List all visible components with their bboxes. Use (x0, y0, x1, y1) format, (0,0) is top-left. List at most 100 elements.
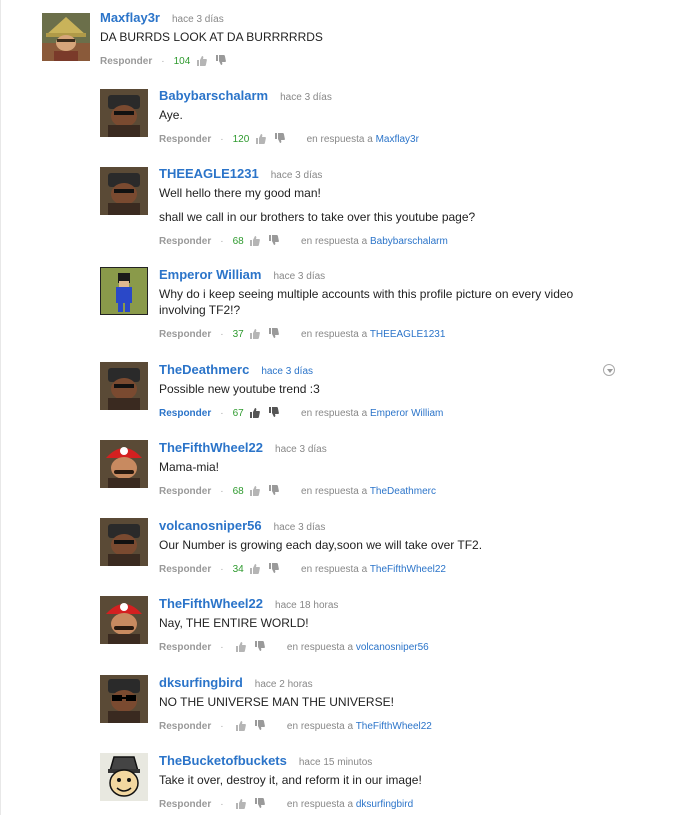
comment-actions: Responder · en respuesta a dksurfingbird (159, 798, 414, 810)
comment-author[interactable]: THEEAGLE1231 (159, 166, 259, 181)
mario-hat-avatar[interactable] (100, 440, 148, 488)
comment-text: DA BURRDS LOOK AT DA BURRRRRDS (100, 30, 323, 44)
thumbs-down-icon[interactable] (254, 641, 266, 652)
thumbs-up-icon[interactable] (249, 563, 261, 574)
thumbs-down-icon[interactable] (274, 133, 285, 144)
comment-actions: Responder · 67 en respuesta a Emperor Will… (159, 407, 444, 419)
reply-to-link[interactable]: dksurfingbird (356, 799, 413, 810)
demoman-avatar[interactable] (100, 362, 148, 410)
pixel-character-avatar[interactable] (100, 267, 148, 315)
comment-actions: Responder · 120 en respuesta a Maxflay3r (159, 133, 419, 145)
like-count: 67 (232, 408, 244, 419)
sunglasses-avatar[interactable] (100, 675, 148, 723)
thumbs-down-icon[interactable] (254, 720, 266, 731)
reply-button[interactable]: Responder (100, 56, 152, 67)
comment-time: hace 3 días (171, 14, 224, 25)
reply-to: en respuesta a Babybarschalarm (301, 236, 448, 247)
reply-to-link[interactable]: Emperor William (370, 408, 443, 419)
reply-to-link[interactable]: THEEAGLE1231 (370, 329, 446, 340)
reply-to: en respuesta a volcanosniper56 (286, 642, 429, 653)
reply-button[interactable]: Responder (159, 721, 211, 732)
like-count: 37 (232, 329, 244, 340)
thumbs-down-icon[interactable] (268, 235, 280, 246)
comment-text: Mama-mia! (159, 460, 220, 474)
like-count: 68 (232, 236, 244, 247)
hat-avatar[interactable] (42, 13, 90, 61)
comment-actions: Responder · en respuesta a TheFifthWheel2… (159, 720, 432, 732)
like-count: 68 (232, 486, 244, 497)
reply-to-link[interactable]: TheFifthWheel22 (370, 564, 446, 575)
comment-text: Take it over, destroy it, and reform it … (159, 773, 422, 787)
reply-to: en respuesta a TheFifthWheel22 (286, 721, 432, 732)
thumbs-down-icon[interactable] (268, 407, 280, 418)
thumbs-down-icon[interactable] (215, 55, 226, 66)
comment-actions: Responder · 34 en respuesta a TheFifthWhee… (159, 563, 446, 575)
thumbs-down-icon[interactable] (254, 798, 266, 809)
reply-to-link[interactable]: Maxflay3r (376, 134, 419, 145)
comment-author[interactable]: Emperor William (159, 267, 261, 282)
comment-menu-button[interactable] (603, 364, 615, 376)
cartoon-face-avatar[interactable] (100, 753, 148, 801)
reply-to: en respuesta a TheFifthWheel22 (301, 564, 446, 575)
comment-author[interactable]: Babybarschalarm (159, 88, 268, 103)
reply-to: en respuesta a TheDeathmerc (301, 486, 436, 497)
comment-time: hace 18 horas (275, 600, 339, 611)
thumbs-down-icon[interactable] (268, 328, 280, 339)
comment-time: hace 2 horas (254, 679, 313, 690)
thumbs-up-icon[interactable] (235, 720, 247, 731)
thumbs-down-icon[interactable] (268, 485, 280, 496)
reply-to-link[interactable]: Babybarschalarm (370, 236, 448, 247)
comment-author[interactable]: dksurfingbird (159, 675, 243, 690)
thumbs-up-icon[interactable] (235, 798, 247, 809)
thumbs-up-icon[interactable] (249, 328, 261, 339)
reply-to-link[interactable]: TheFifthWheel22 (356, 721, 432, 732)
demoman-avatar[interactable] (100, 89, 148, 137)
mario-hat-avatar[interactable] (100, 596, 148, 644)
comment-time: hace 3 días (261, 366, 314, 377)
reply-to-link[interactable]: TheDeathmerc (370, 486, 436, 497)
comment-text: Possible new youtube trend :3 (159, 382, 320, 396)
comment-author[interactable]: TheFifthWheel22 (159, 440, 263, 455)
comment-time: hace 3 días (273, 522, 326, 533)
comment-actions: Responder · 68 en respuesta a Babybarschal… (159, 235, 448, 247)
comment-text: Aye. (159, 108, 183, 122)
comment-author[interactable]: volcanosniper56 (159, 518, 262, 533)
reply-button[interactable]: Responder (159, 486, 211, 497)
comment-author[interactable]: Maxflay3r (100, 10, 160, 25)
comment-actions: Responder · 68 en respuesta a TheDeathmerc (159, 485, 436, 497)
reply-to: en respuesta a Emperor William (301, 408, 444, 419)
comment-actions: Responder · en respuesta a volcanosniper5… (159, 641, 429, 653)
comment-author[interactable]: TheDeathmerc (159, 362, 249, 377)
comment-text: Why do i keep seeing multiple accounts w… (159, 287, 574, 317)
demoman-avatar[interactable] (100, 167, 148, 215)
like-count: 34 (232, 564, 244, 575)
reply-to: en respuesta a THEEAGLE1231 (301, 329, 446, 340)
demoman-avatar[interactable] (100, 518, 148, 566)
comment-time: hace 3 días (280, 92, 332, 103)
reply-to-link[interactable]: volcanosniper56 (356, 642, 429, 653)
comment-text: Nay, THE ENTIRE WORLD! (159, 616, 309, 630)
reply-button[interactable]: Responder (159, 134, 211, 145)
thumbs-up-icon[interactable] (249, 485, 261, 496)
comment-author[interactable]: TheBucketofbuckets (159, 753, 287, 768)
reply-to: en respuesta a Maxflay3r (306, 134, 419, 145)
comment-text: NO THE UNIVERSE MAN THE UNIVERSE! (159, 695, 394, 709)
comment-actions: Responder · 37 en respuesta a THEEAGLE1231 (159, 328, 446, 340)
comment-actions: Responder · 104 (100, 55, 323, 69)
comments-panel: Maxflay3r hace 3 días DA BURRDS LOOK AT D… (0, 0, 680, 815)
thumbs-up-icon[interactable] (249, 235, 261, 246)
thumbs-up-icon[interactable] (249, 407, 261, 418)
reply-button[interactable]: Responder (159, 564, 211, 575)
reply-button[interactable]: Responder (159, 642, 211, 653)
thumbs-up-icon[interactable] (235, 641, 247, 652)
comment-text: Our Number is growing each day,soon we w… (159, 538, 483, 552)
comment-time: hace 3 días (270, 170, 323, 181)
reply-button[interactable]: Responder (159, 236, 211, 247)
reply-button[interactable]: Responder (159, 799, 211, 810)
reply-button[interactable]: Responder (159, 329, 211, 340)
thumbs-up-icon[interactable] (255, 133, 266, 144)
reply-button[interactable]: Responder (159, 408, 211, 419)
comment-author[interactable]: TheFifthWheel22 (159, 596, 263, 611)
thumbs-down-icon[interactable] (268, 563, 280, 574)
thumbs-up-icon[interactable] (196, 55, 207, 66)
